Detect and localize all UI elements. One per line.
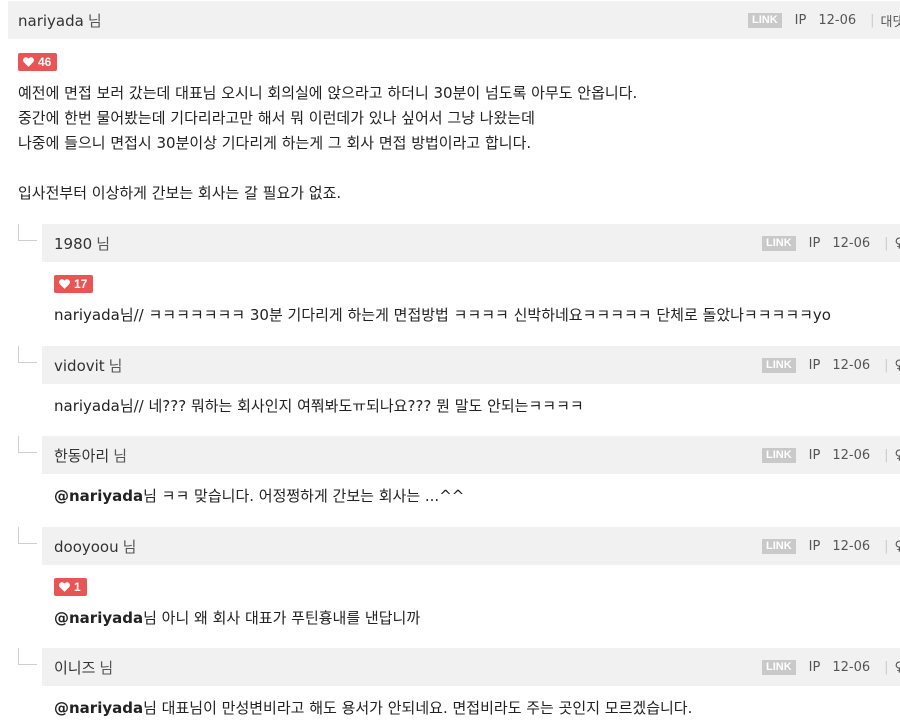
reply-text: nariyada님// ㅋㅋㅋㅋㅋㅋㅋ 30분 기다리게 하는게 면접방법 ㅋㅋ… [54,306,831,324]
reply-body: nariyada님// 네??? 뭐하는 회사인지 여쭤봐도ㅠ되나요??? 뭔 … [54,394,584,419]
reply-action[interactable]: ♀ [895,236,900,251]
link-button[interactable]: LINK [762,235,796,251]
reply-action[interactable]: ♀ [895,448,900,463]
reply-author[interactable]: dooyoou 님 [54,536,136,557]
link-button[interactable]: LINK [762,659,796,675]
comment-line: 나중에 들으니 면접시 30분이상 기다리게 하는게 그 회사 면접 방법이라고… [18,134,532,152]
reply-date: 12-06 [832,538,871,554]
like-badge[interactable]: 1 [54,578,87,596]
reply-indent-line [18,436,37,453]
comment-line: 예전에 면접 보러 갔는데 대표님 오시니 회의실에 앉으라고 하더니 30분이… [18,84,638,102]
comment-date: 12-06 [818,12,857,28]
author-suffix: 님 [113,446,128,465]
reply-meta: LINK IP 12-06 | ♀ [762,648,900,686]
heart-icon [59,582,70,592]
meta-divider: | [884,659,889,675]
heart-icon [59,279,70,289]
ip-label: IP [808,659,821,675]
ip-label: IP [808,447,821,463]
reply-body: @nariyada님 대표님이 만성변비라고 해도 용서가 안되네요. 면접비라… [54,696,692,721]
mention-link[interactable]: @nariyada [54,699,143,717]
like-count: 17 [74,277,88,291]
comment-line: 입사전부터 이상하게 간보는 회사는 갈 필요가 없죠. [18,184,342,202]
author-suffix: 님 [96,234,110,253]
meta-divider: | [884,235,889,251]
link-button[interactable]: LINK [762,538,796,554]
reply-date: 12-06 [832,235,871,251]
heart-icon [23,57,34,67]
reply-text: 님 아니 왜 회사 대표가 푸틴흉내를 낸답니까 [143,609,421,627]
reply-date: 12-06 [832,447,871,463]
author-name: vidovit [54,356,105,375]
author-name: 1980 [54,234,93,253]
author-suffix: 님 [122,537,137,556]
ip-label: IP [808,235,821,251]
comment-author[interactable]: nariyada 님 [18,10,102,31]
link-button[interactable]: LINK [762,357,796,373]
reply-author[interactable]: 1980 님 [54,233,110,254]
reply-text: 님 ㅋㅋ 맞습니다. 어정쩡하게 간보는 회사는 ...^^ [143,487,465,505]
reply-author[interactable]: vidovit 님 [54,355,122,376]
reply-author[interactable]: 한동아리 님 [54,445,127,466]
mention-link[interactable]: @nariyada [54,487,143,505]
meta-divider: | [884,447,889,463]
author-name: 이니즈 [54,658,96,677]
reply-meta: LINK IP 12-06 | ♀ [762,527,900,565]
author-suffix: 님 [99,658,114,677]
ip-label: IP [794,12,807,28]
link-button[interactable]: LINK [762,447,796,463]
meta-divider: | [870,12,875,28]
like-count: 46 [38,55,52,69]
reply-button[interactable]: 대댓 [881,11,900,30]
reply-action[interactable]: ♀ [895,358,900,373]
link-button[interactable]: LINK [748,12,782,28]
mention-link[interactable]: @nariyada [54,609,143,627]
author-suffix: 님 [87,11,102,30]
comment-meta: LINK IP 12-06 | 대댓 [748,1,900,39]
reply-indent-line [18,648,37,665]
comment-line [18,156,637,181]
reply-body: nariyada님// ㅋㅋㅋㅋㅋㅋㅋ 30분 기다리게 하는게 면접방법 ㅋㅋ… [54,303,831,328]
reply-author[interactable]: 이니즈 님 [54,657,113,678]
author-suffix: 님 [108,356,123,375]
reply-meta: LINK IP 12-06 | ♀ [762,346,900,384]
reply-meta: LINK IP 12-06 | ♀ [762,224,900,262]
reply-date: 12-06 [832,659,871,675]
reply-text: nariyada님// 네??? 뭐하는 회사인지 여쭤봐도ㅠ되나요??? 뭔 … [54,397,584,415]
reply-date: 12-06 [832,357,871,373]
reply-body: @nariyada님 ㅋㅋ 맞습니다. 어정쩡하게 간보는 회사는 ...^^ [54,484,464,509]
meta-divider: | [884,357,889,373]
reply-action[interactable]: ♀ [895,539,900,554]
ip-label: IP [808,357,821,373]
reply-indent-line [18,346,37,363]
ip-label: IP [808,538,821,554]
reply-action[interactable]: ♀ [895,660,900,675]
reply-meta: LINK IP 12-06 | ♀ [762,436,900,474]
reply-indent-line [18,527,37,544]
like-badge[interactable]: 17 [54,275,94,293]
reply-indent-line [18,224,37,241]
like-count: 1 [74,580,81,594]
author-name: nariyada [18,11,84,30]
comment-line: 중간에 한번 물어봤는데 기다리라고만 해서 뭐 이런데가 있나 싶어서 그냥 … [18,109,535,127]
author-name: dooyoou [54,537,119,556]
comment-body: 예전에 면접 보러 갔는데 대표님 오시니 회의실에 앉으라고 하더니 30분이… [18,81,637,206]
reply-text: 님 대표님이 만성변비라고 해도 용서가 안되네요. 면접비라도 주는 곳인지 … [143,699,693,717]
author-name: 한동아리 [54,446,110,465]
meta-divider: | [884,538,889,554]
like-badge[interactable]: 46 [18,53,58,71]
reply-body: @nariyada님 아니 왜 회사 대표가 푸틴흉내를 낸답니까 [54,606,420,631]
